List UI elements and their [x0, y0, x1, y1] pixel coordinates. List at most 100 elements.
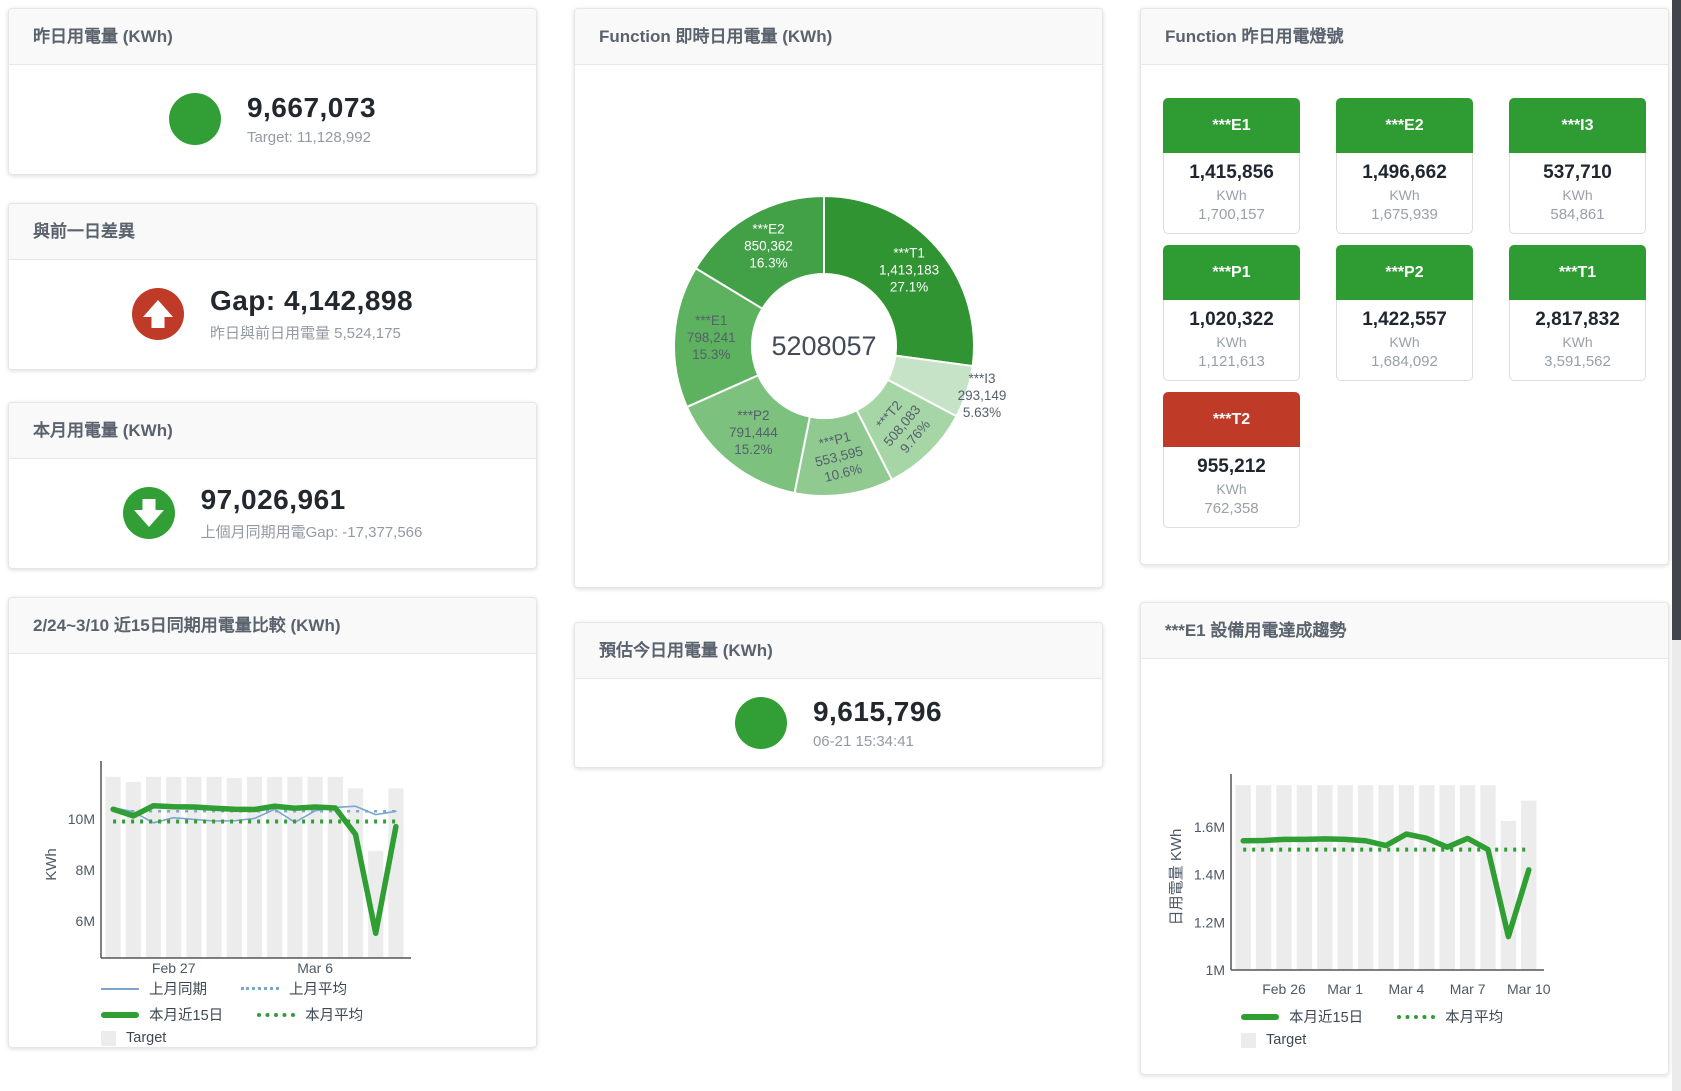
kpi-text: 9,667,073 Target: 11,128,992	[247, 92, 376, 146]
kpi-subtext: 上個月同期用電Gap: -17,377,566	[201, 521, 423, 542]
legend-label: 本月近15日	[1289, 1006, 1363, 1027]
target-bar	[247, 777, 262, 958]
tile-body: 1,496,662KWh1,675,939	[1336, 153, 1473, 234]
kpi-value: 9,615,796	[813, 696, 942, 728]
legend-label: Target	[126, 1030, 166, 1046]
target-bar	[126, 782, 141, 958]
tile-value: 1,422,557	[1339, 309, 1470, 331]
card-e1-trend-title: ***E1 設備用電達成趨勢	[1141, 603, 1668, 659]
tile-unit: KWh	[1339, 187, 1470, 203]
tile-target: 1,675,939	[1339, 206, 1470, 223]
kpi-subtext: 06-21 15:34:41	[813, 733, 942, 750]
kpi-today-estimate: 9,615,796 06-21 15:34:41	[575, 678, 1102, 767]
tile-unit: KWh	[1339, 334, 1470, 350]
target-bar	[1419, 785, 1434, 970]
lamp-tile-T2[interactable]: ***T2955,212KWh762,358	[1163, 392, 1300, 528]
red-up-arrow-icon	[132, 288, 184, 340]
tile-header: ***P1	[1163, 245, 1300, 300]
card-day-gap: 與前一日差異 Gap: 4,142,898 昨日與前日用電量 5,524,175	[8, 203, 537, 370]
kpi-subtext: 昨日與前日用電量 5,524,175	[210, 322, 413, 343]
tile-body: 1,020,322KWh1,121,613	[1163, 300, 1300, 381]
x-tick-label: Mar 10	[1507, 981, 1551, 997]
tile-unit: KWh	[1166, 187, 1297, 203]
target-bar	[1297, 785, 1312, 970]
legend-item[interactable]: 上月平均	[241, 978, 347, 999]
tile-unit: KWh	[1512, 334, 1643, 350]
tile-target: 1,700,157	[1166, 206, 1297, 223]
lamp-tile-E1[interactable]: ***E1 1,415,856 KWh 1,700,157	[1163, 98, 1300, 234]
legend-label: Target	[1266, 1032, 1306, 1048]
scrollbar-thumb[interactable]	[1672, 0, 1681, 640]
kpi-value: 97,026,961	[201, 484, 423, 516]
legend-item[interactable]: 上月同期	[101, 978, 207, 999]
legend-swatch-line-green	[1241, 1014, 1279, 1020]
kpi-yesterday: 9,667,073 Target: 11,128,992	[9, 64, 536, 174]
target-bar	[207, 777, 222, 958]
target-bar	[1236, 785, 1251, 970]
chart-compare15[interactable]: 6M8M10MFeb 27Mar 6KWh	[9, 653, 538, 983]
legend-label: 上月同期	[149, 978, 207, 999]
x-tick-label: Mar 6	[297, 960, 333, 976]
tile-header: ***E2	[1336, 98, 1473, 153]
tile-target: 762,358	[1166, 500, 1297, 517]
tile-value: 2,817,832	[1512, 309, 1643, 331]
chart-realtime_donut[interactable]: ***T11,413,18327.1%***I3293,1495.63%***T…	[575, 64, 1104, 589]
legend-item[interactable]: 本月近15日	[1241, 1006, 1363, 1027]
legend-e1_trend: 本月近15日 本月平均 Target	[1241, 1006, 1503, 1048]
target-bar	[106, 777, 121, 958]
card-month-usage: 本月用電量 (KWh) 97,026,961 上個月同期用電Gap: -17,3…	[8, 402, 537, 569]
tile-body: 1,415,856 KWh 1,700,157	[1163, 153, 1300, 234]
legend-swatch-dot-green	[257, 1013, 295, 1017]
lamp-tile-I3[interactable]: ***I3537,710KWh584,861	[1509, 98, 1646, 234]
tile-body: 2,817,832KWh3,591,562	[1509, 300, 1646, 381]
tile-value: 1,415,856	[1166, 162, 1297, 184]
kpi-text: 97,026,961 上個月同期用電Gap: -17,377,566	[201, 484, 423, 542]
tile-body: 1,422,557 KWh 1,684,092	[1336, 300, 1473, 381]
kpi-value: 9,667,073	[247, 92, 376, 124]
legend-swatch-box-gray	[1241, 1033, 1256, 1048]
chart-e1_trend[interactable]: 1M1.2M1.4M1.6MFeb 26Mar 1Mar 4Mar 7Mar 1…	[1141, 658, 1670, 1003]
x-tick-label: Feb 27	[152, 960, 196, 976]
tile-header: ***E1	[1163, 98, 1300, 153]
target-bar	[388, 788, 403, 958]
target-bar	[1399, 785, 1414, 970]
target-bar	[1501, 821, 1516, 970]
kpi-text: 9,615,796 06-21 15:34:41	[813, 696, 942, 750]
donut-center-value: 5208057	[771, 331, 876, 361]
card-compare15-title: 2/24~3/10 近15日同期用電量比較 (KWh)	[9, 598, 536, 654]
tile-body: 537,710KWh584,861	[1509, 153, 1646, 234]
legend-item[interactable]: Target	[101, 1030, 166, 1046]
target-bar	[186, 777, 201, 958]
card-realtime-donut: Function 即時日用電量 (KWh) ***T11,413,18327.1…	[574, 8, 1103, 588]
legend-compare15: 上月同期 上月平均本月近15日 本月平均 Target	[101, 978, 363, 1046]
y-axis-label: KWh	[43, 848, 60, 881]
card-lamp-panel: Function 昨日用電燈號 ***E11,415,856KWh1,700,1…	[1140, 8, 1669, 565]
tile-header: ***I3	[1509, 98, 1646, 153]
target-bar	[1378, 785, 1393, 970]
tile-value: 1,020,322	[1166, 309, 1297, 331]
target-bar	[1276, 785, 1291, 970]
x-tick-label: Mar 4	[1389, 981, 1425, 997]
lamp-tile-P1[interactable]: ***P11,020,322KWh1,121,613	[1163, 245, 1300, 381]
x-tick-label: Mar 7	[1450, 981, 1486, 997]
legend-item[interactable]: 本月平均	[1397, 1006, 1503, 1027]
legend-item[interactable]: 本月近15日	[101, 1004, 223, 1025]
y-axis-label: 日用電量 KWh	[1168, 829, 1185, 926]
target-bar	[1358, 785, 1373, 970]
lamp-tile-T1[interactable]: ***T12,817,832KWh3,591,562	[1509, 245, 1646, 381]
y-tick-label: 6M	[76, 913, 95, 929]
tile-target: 1,684,092	[1339, 353, 1470, 370]
lamp-tile-E2[interactable]: ***E21,496,662KWh1,675,939	[1336, 98, 1473, 234]
kpi-day-gap: Gap: 4,142,898 昨日與前日用電量 5,524,175	[9, 259, 536, 369]
lamp-tile-P2[interactable]: ***P21,422,557KWh1,684,092	[1336, 245, 1473, 381]
legend-item[interactable]: Target	[1241, 1032, 1306, 1048]
x-tick-label: Feb 26	[1262, 981, 1306, 997]
target-bar	[308, 777, 323, 958]
y-tick-label: 1.2M	[1194, 914, 1225, 930]
legend-swatch-dot-green	[1397, 1015, 1435, 1019]
legend-label: 本月近15日	[149, 1004, 223, 1025]
legend-swatch-line-blue	[101, 988, 139, 990]
tile-value: 955,212	[1166, 456, 1297, 478]
legend-item[interactable]: 本月平均	[257, 1004, 363, 1025]
green-status-circle-icon	[169, 93, 221, 145]
